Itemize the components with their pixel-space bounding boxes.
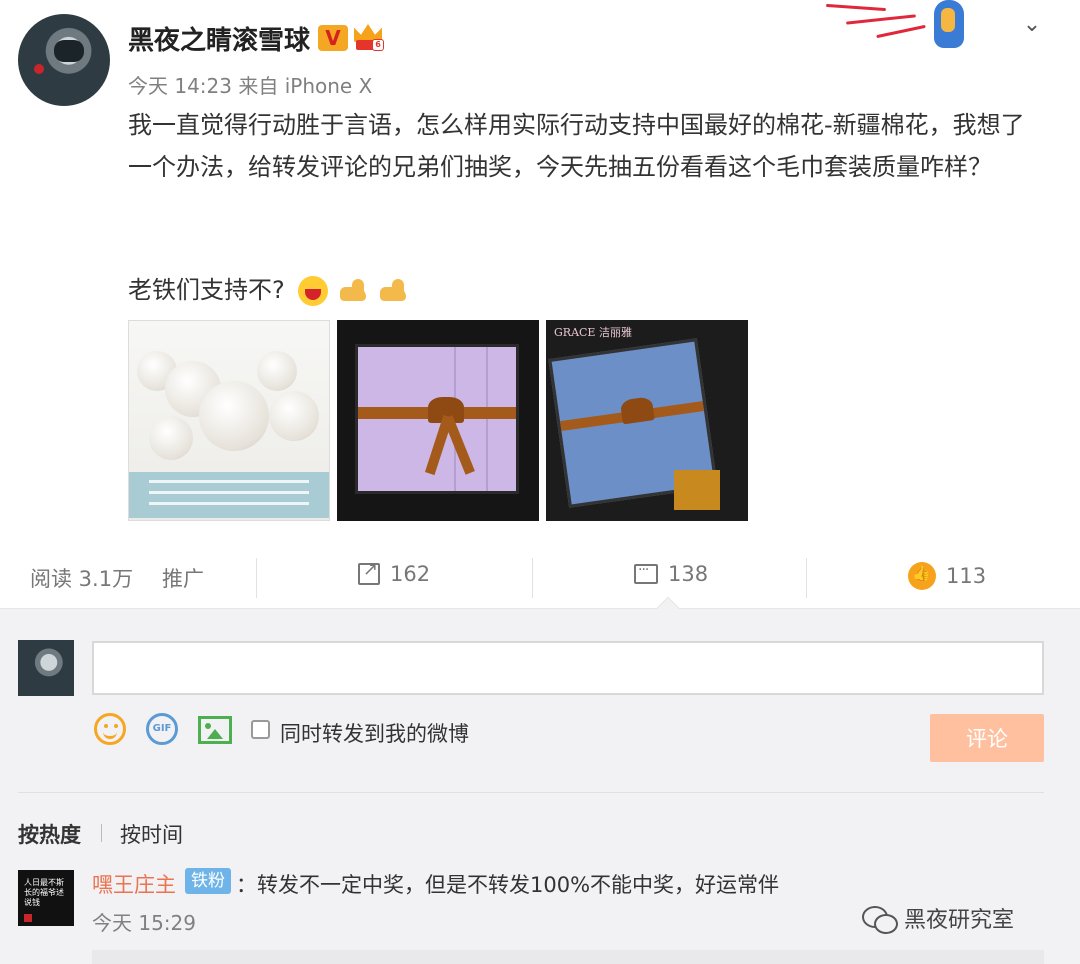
comment-input[interactable] — [92, 641, 1044, 695]
vip-crown-icon[interactable]: 6 — [352, 24, 384, 52]
comment-icon — [634, 562, 658, 584]
like-count: 113 — [946, 564, 987, 588]
watermark-text: 黑夜研究室 — [904, 908, 1015, 933]
sort-by-hot-tab[interactable]: 按热度 — [18, 819, 81, 849]
muscle-emoji-icon — [338, 277, 368, 305]
post-content-question: 老铁们支持不? — [128, 276, 285, 304]
post-meta: 今天 14:23 来自 iPhone X — [128, 74, 373, 98]
repost-count: 162 — [390, 562, 431, 586]
commenter-name[interactable]: 嘿王庄主 — [92, 869, 176, 899]
emoji-picker-icon[interactable] — [94, 713, 126, 745]
sort-divider — [101, 824, 102, 842]
comment-text: ：转发不一定中奖，但是不转发100%不能中奖，好运常伴 — [236, 873, 780, 897]
author-avatar[interactable] — [18, 14, 110, 106]
divider — [18, 792, 1044, 793]
comment-button[interactable]: 138 — [634, 562, 708, 586]
sync-repost-label[interactable]: 同时转发到我的微博 — [280, 718, 469, 748]
repost-icon — [358, 559, 380, 585]
chevron-down-icon[interactable]: ⌄ — [1018, 12, 1046, 37]
like-button[interactable]: 113 — [908, 562, 986, 590]
comment-count: 138 — [668, 562, 709, 586]
read-count: 阅读 3.1万 — [30, 567, 134, 591]
muscle-emoji-icon — [378, 277, 408, 305]
post-content: 我一直觉得行动胜于言语，怎么样用实际行动支持中国最好的棉花-新疆棉花，我想了一个… — [128, 111, 1025, 181]
post-stats-bar: 阅读 3.1万 推广 162 138 113 — [0, 548, 1080, 608]
verified-badge-icon[interactable]: V — [318, 25, 348, 51]
sort-by-time-tab[interactable]: 按时间 — [120, 819, 183, 849]
comment-time: 今天 15:29 — [92, 911, 196, 935]
promote-link[interactable]: 推广 — [162, 563, 204, 593]
image-upload-icon[interactable] — [198, 716, 232, 744]
fan-badge[interactable]: 铁粉 — [185, 868, 231, 894]
commenter-avatar-text: 人日最不斯长的福爷述说钱 — [24, 878, 64, 907]
post-content-line2: 老铁们支持不? — [128, 270, 408, 306]
sync-repost-checkbox[interactable] — [251, 720, 270, 739]
repost-button[interactable]: 162 — [358, 559, 431, 586]
current-user-avatar[interactable] — [18, 640, 74, 696]
laugh-emoji-icon — [298, 276, 329, 306]
post-image-blue-towels[interactable]: GRACE 洁丽雅 — [546, 320, 748, 521]
author-name[interactable]: 黑夜之睛滚雪球 — [128, 20, 310, 57]
post-image-purple-towels[interactable] — [337, 320, 539, 521]
post-image-cotton[interactable] — [128, 320, 330, 521]
reply-box — [92, 950, 1044, 964]
wechat-icon — [862, 904, 898, 934]
commenter-avatar[interactable]: 人日最不斯长的福爷述说钱 — [18, 870, 74, 926]
thumbs-up-icon — [908, 562, 936, 590]
vip-level: 6 — [372, 39, 384, 51]
decoration-sticker — [825, 0, 986, 50]
weibo-post: 黑夜之睛滚雪球 V 6 ⌄ 今天 14:23 来自 iPhone X 我一直觉得… — [0, 0, 1080, 542]
watermark: 黑夜研究室 — [862, 902, 1014, 934]
submit-comment-button[interactable]: 评论 — [930, 714, 1044, 762]
gif-icon[interactable]: GIF — [146, 713, 178, 745]
grace-logo: GRACE 洁丽雅 — [554, 326, 632, 339]
